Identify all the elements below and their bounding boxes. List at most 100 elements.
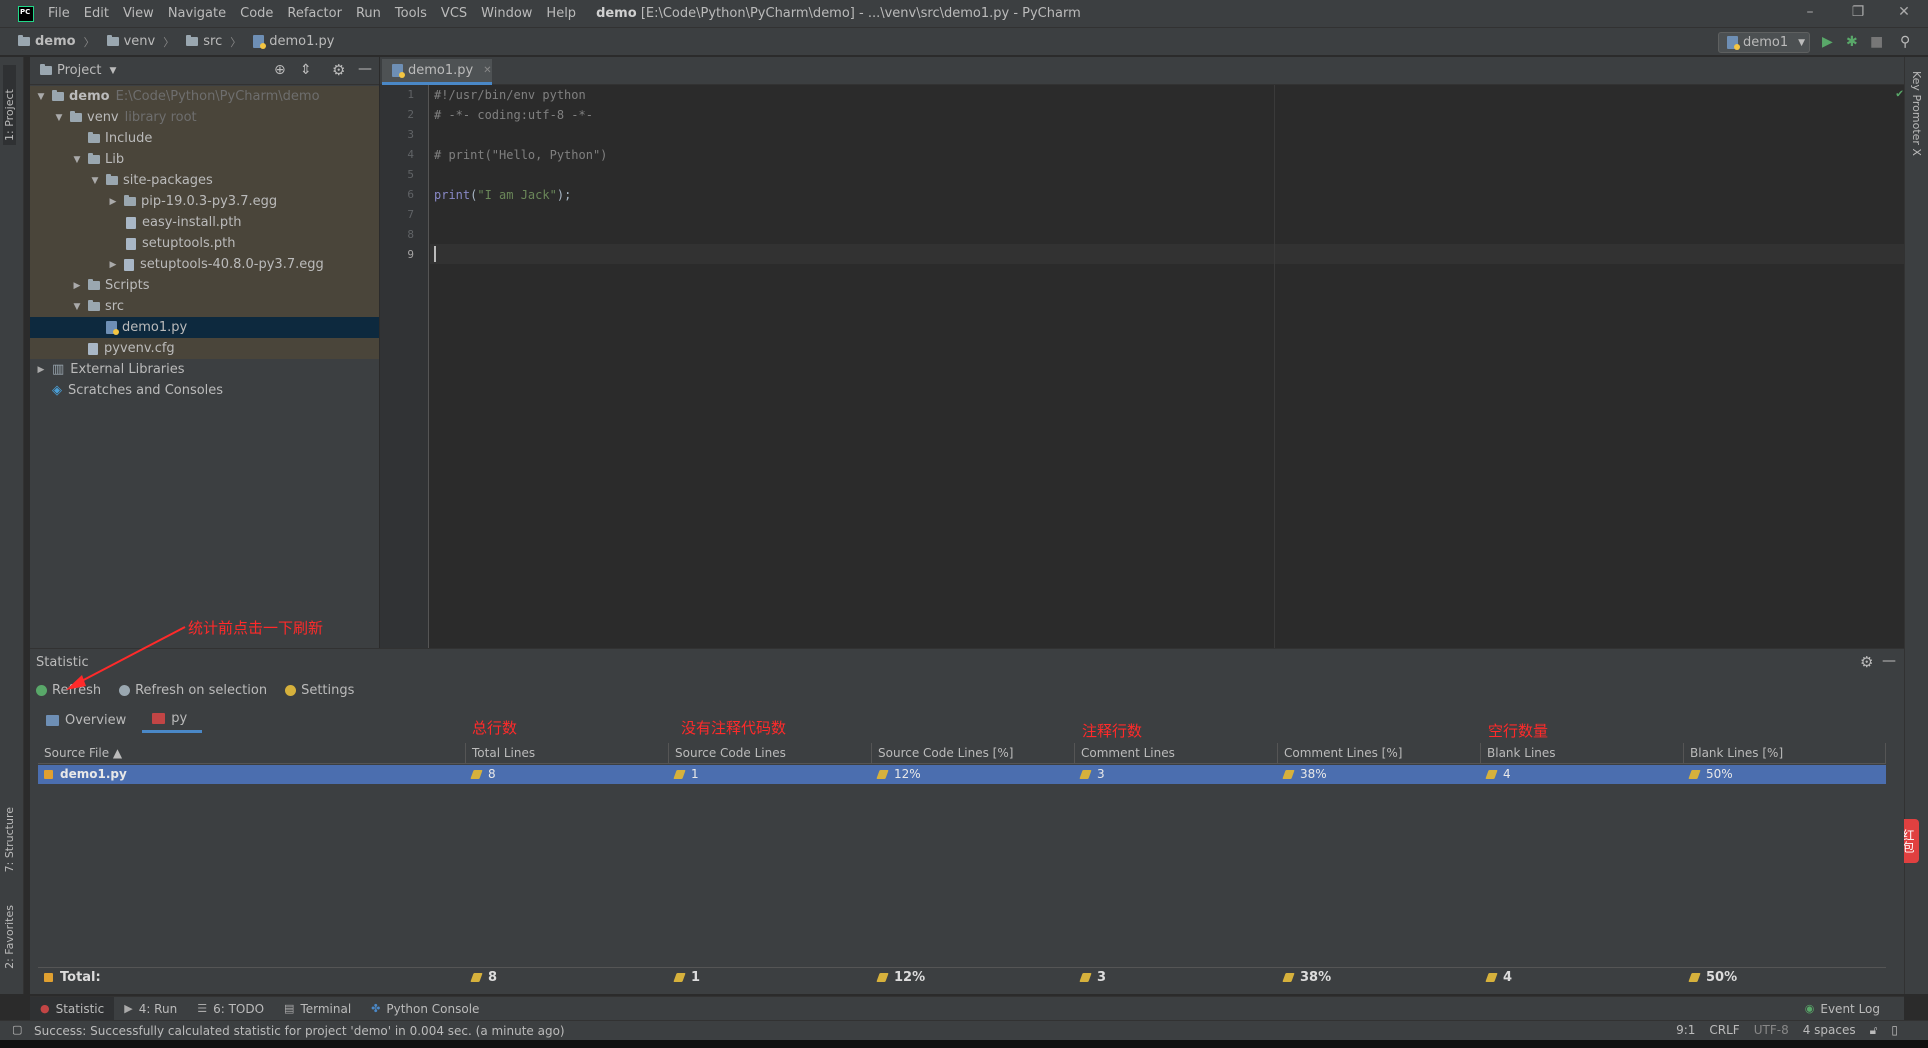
header-blank-pct[interactable]: Blank Lines [%] — [1684, 743, 1886, 764]
tree-item-scripts[interactable]: ▶ Scripts — [30, 275, 379, 296]
header-source-code-pct[interactable]: Source Code Lines [%] — [872, 743, 1075, 764]
header-blank-lines[interactable]: Blank Lines — [1481, 743, 1684, 764]
tab-run[interactable]: ▶ 4: Run — [114, 997, 187, 1021]
file-encoding[interactable]: UTF-8 — [1754, 1023, 1789, 1038]
debug-icon[interactable]: ✱ — [1846, 34, 1858, 50]
restore-icon[interactable]: ❐ — [1848, 4, 1868, 20]
folder-icon — [106, 35, 119, 46]
folder-icon — [88, 132, 100, 143]
project-panel-title[interactable]: Project — [57, 63, 101, 78]
tab-terminal[interactable]: ▤ Terminal — [274, 997, 361, 1021]
tab-overview[interactable]: Overview — [36, 707, 136, 733]
tab-todo[interactable]: ☰ 6: TODO — [187, 997, 274, 1021]
memory-indicator-icon[interactable]: ▯ — [1891, 1023, 1898, 1038]
cell-source-pct: 12% — [872, 765, 1075, 784]
python-file-icon — [392, 64, 405, 78]
breadcrumb-src[interactable]: src 〉 — [186, 34, 241, 50]
tree-item-include[interactable]: Include — [30, 128, 379, 149]
tab-python-console[interactable]: ✤ Python Console — [361, 997, 489, 1021]
tree-item-external-libraries[interactable]: ▶ ▥ External Libraries — [30, 359, 379, 380]
header-source-file[interactable]: Source File ▲ — [38, 743, 466, 764]
tree-item-site-packages[interactable]: ▼ site-packages — [30, 170, 379, 191]
breadcrumb-demo[interactable]: demo 〉 — [18, 34, 95, 50]
key-promoter-tab[interactable]: Key Promoter X — [1910, 71, 1923, 156]
folder-icon — [88, 300, 100, 311]
tree-item-pyvenv-cfg[interactable]: pyvenv.cfg — [30, 338, 379, 359]
menu-vcs[interactable]: VCS — [441, 6, 467, 21]
pencil-icon — [1079, 973, 1092, 982]
tree-item-lib[interactable]: ▼ Lib — [30, 149, 379, 170]
line-number: 4 — [407, 148, 414, 161]
stop-icon[interactable]: ■ — [1870, 34, 1883, 50]
gear-icon[interactable]: ⚙ — [1860, 653, 1873, 671]
library-icon — [124, 258, 134, 271]
event-log-button[interactable]: ◉ Event Log — [1795, 997, 1890, 1021]
tree-item-easy-install[interactable]: easy-install.pth — [30, 212, 379, 233]
chevron-down-icon[interactable]: ▼ — [109, 66, 116, 76]
run-config-select[interactable]: demo1 ▼ — [1718, 32, 1810, 53]
folder-icon — [18, 35, 30, 46]
line-number: 6 — [407, 188, 414, 201]
menu-refactor[interactable]: Refactor — [287, 6, 342, 21]
menu-run[interactable]: Run — [356, 6, 381, 21]
tree-item-setuptools-egg[interactable]: ▶ setuptools-40.8.0-py3.7.egg — [30, 254, 379, 275]
tree-item-demo1-py[interactable]: demo1.py — [30, 317, 379, 338]
menu-navigate[interactable]: Navigate — [168, 6, 226, 21]
tree-item-setuptools-pth[interactable]: setuptools.pth — [30, 233, 379, 254]
tree-item-pip-egg[interactable]: ▶ pip-19.0.3-py3.7.egg — [30, 191, 379, 212]
total-total: 8 — [466, 968, 669, 987]
navigation-bar: demo 〉 venv 〉 src 〉 demo1.py demo1 ▼ ▶ ✱ ■ ⚲ — [0, 28, 1928, 56]
pencil-icon — [673, 770, 686, 779]
indent-setting[interactable]: 4 spaces — [1803, 1023, 1856, 1038]
editor-tab-demo1[interactable]: demo1.py ✕ — [382, 59, 492, 85]
breadcrumb-file[interactable]: demo1.py — [253, 34, 334, 49]
close-window-icon[interactable]: ✕ — [1894, 4, 1914, 20]
project-panel: Project ▼ ⊕ ⇕ ⚙ — ▼ demo E:\Code\Python\Py… — [30, 57, 379, 648]
right-tool-stripe: Key Promoter X 红包 — [1897, 57, 1928, 994]
locate-icon[interactable]: ⊕ — [274, 62, 286, 78]
structure-tool-tab[interactable]: 7: Structure — [3, 807, 16, 872]
code-editor[interactable]: #!/usr/bin/env python # -*- coding:utf-8… — [430, 85, 1904, 648]
menu-tools[interactable]: Tools — [395, 6, 427, 21]
menu-view[interactable]: View — [123, 6, 154, 21]
tree-item-demo[interactable]: ▼ demo E:\Code\Python\PyCharm\demo — [30, 86, 379, 107]
lock-icon[interactable]: 🔓︎ — [1870, 1023, 1878, 1038]
favorites-tool-tab[interactable]: 2: Favorites — [3, 905, 16, 969]
collapse-all-icon[interactable]: ⇕ — [300, 62, 312, 78]
status-bar: ▢ Success: Successfully calculated stati… — [0, 1020, 1928, 1040]
gear-icon[interactable]: ⚙ — [332, 61, 345, 79]
header-comment-pct[interactable]: Comment Lines [%] — [1278, 743, 1481, 764]
hide-panel-icon[interactable]: — — [1882, 653, 1896, 669]
menu-code[interactable]: Code — [240, 6, 273, 21]
folder-icon — [88, 279, 100, 290]
tree-item-src[interactable]: ▼ src — [30, 296, 379, 317]
table-row[interactable]: demo1.py 8 1 12% 3 38% 4 50% — [38, 765, 1886, 784]
run-icon[interactable]: ▶ — [1822, 34, 1833, 50]
line-separator[interactable]: CRLF — [1709, 1023, 1739, 1038]
minimize-icon[interactable]: – — [1800, 4, 1820, 20]
header-total-lines[interactable]: Total Lines — [466, 743, 669, 764]
project-tool-tab[interactable]: 1: Project — [3, 65, 16, 145]
menu-edit[interactable]: Edit — [84, 6, 109, 21]
header-comment-lines[interactable]: Comment Lines — [1075, 743, 1278, 764]
todo-icon: ☰ — [197, 1002, 208, 1015]
caret-position[interactable]: 9:1 — [1676, 1023, 1695, 1038]
menu-help[interactable]: Help — [546, 6, 576, 21]
close-tab-icon[interactable]: ✕ — [483, 65, 491, 76]
settings-button[interactable]: Settings — [285, 683, 354, 698]
tree-item-scratches[interactable]: ◈ Scratches and Consoles — [30, 380, 379, 401]
tree-item-venv[interactable]: ▼ venv library root — [30, 107, 379, 128]
hide-panel-icon[interactable]: — — [358, 61, 372, 77]
pencil-icon — [673, 973, 686, 982]
search-icon[interactable]: ⚲ — [1900, 34, 1910, 50]
breadcrumb-venv[interactable]: venv 〉 — [106, 34, 174, 50]
tab-py[interactable]: py — [142, 707, 203, 733]
tab-statistic[interactable]: ● Statistic — [30, 996, 115, 1021]
cell-source: 1 — [669, 765, 872, 784]
menu-file[interactable]: File — [48, 6, 70, 21]
line-number: 7 — [407, 208, 414, 221]
toggle-tool-windows-icon[interactable]: ▢ — [12, 1023, 22, 1036]
total-blank-pct: 50% — [1684, 968, 1886, 987]
header-source-code-lines[interactable]: Source Code Lines — [669, 743, 872, 764]
menu-window[interactable]: Window — [481, 6, 532, 21]
